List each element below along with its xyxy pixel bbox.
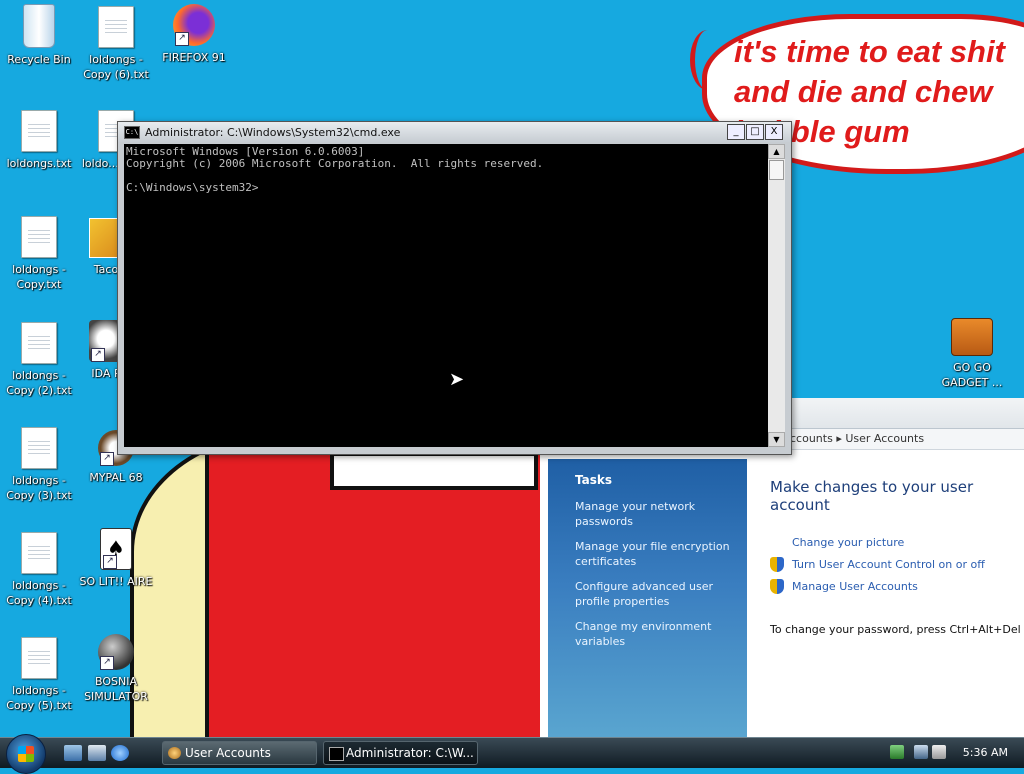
firefox-icon: ↗	[173, 4, 215, 46]
cmd-icon: C:\	[124, 125, 140, 139]
users-icon	[168, 747, 181, 759]
taskbar-button-user-accounts[interactable]: User Accounts	[162, 741, 317, 765]
maximize-button[interactable]: □	[746, 124, 764, 140]
window-controls: _ □ X	[727, 124, 783, 140]
text-file-icon	[21, 532, 57, 574]
scroll-down-button[interactable]: ▼	[768, 432, 785, 447]
password-note: To change your password, press Ctrl+Alt+…	[770, 623, 1024, 636]
breadcrumb-item[interactable]: ccounts	[790, 432, 833, 445]
desktop-icon-label: loldongs - Copy (2).txt	[6, 369, 72, 397]
taskbar-button-cmd[interactable]: Administrator: C:\W...	[323, 741, 478, 765]
playing-card-icon: ♠ ↗	[100, 528, 132, 570]
change-picture-link[interactable]: Change your picture	[792, 536, 1024, 549]
shortcut-arrow-icon: ↗	[103, 555, 117, 569]
desktop-icon-doc[interactable]: loldongs - Copy.txt	[1, 216, 77, 292]
task-link-network-passwords[interactable]: Manage your network passwords	[575, 499, 731, 529]
shortcut-arrow-icon: ↗	[100, 656, 114, 670]
desktop-icon-bosnia[interactable]: ↗ BOSNIA SIMULATOR	[78, 634, 154, 704]
cmd-icon	[329, 747, 344, 761]
breadcrumb-item[interactable]: User Accounts	[845, 432, 924, 445]
desktop-icon-firefox[interactable]: ↗ FIREFOX 91	[156, 4, 232, 65]
cmd-titlebar[interactable]: C:\ Administrator: C:\Windows\System32\c…	[118, 122, 791, 142]
desktop-icon-doc[interactable]: loldongs.txt	[1, 110, 77, 171]
text-file-icon	[21, 427, 57, 469]
mine-icon: ↗	[98, 634, 134, 670]
desktop-icon-label: loldongs - Copy (3).txt	[6, 474, 72, 502]
taskbar-button-label: User Accounts	[185, 746, 271, 760]
link-label: Change your picture	[792, 536, 905, 549]
show-desktop-icon[interactable]	[64, 745, 82, 761]
chevron-right-icon: ▸	[836, 432, 846, 445]
volume-muted-icon[interactable]	[932, 745, 946, 759]
manage-user-accounts-link[interactable]: Manage User Accounts	[770, 579, 1024, 594]
scroll-thumb[interactable]	[769, 160, 784, 180]
shortcut-arrow-icon: ↗	[91, 348, 105, 362]
desktop-icon-recycle-bin[interactable]: Recycle Bin	[1, 4, 77, 67]
link-label: Turn User Account Control on or off	[792, 558, 985, 571]
desktop-icon-label: FIREFOX 91	[162, 51, 226, 64]
text-file-icon	[21, 216, 57, 258]
cmd-window[interactable]: C:\ Administrator: C:\Windows\System32\c…	[117, 121, 792, 455]
text-file-icon	[98, 6, 134, 48]
switch-windows-icon[interactable]	[88, 745, 106, 761]
scroll-up-button[interactable]: ▲	[768, 144, 785, 159]
window-title: Administrator: C:\Windows\System32\cmd.e…	[145, 125, 401, 139]
desktop-icon-gadget[interactable]: GO GO GADGET ...	[934, 318, 1010, 390]
desktop-icon-solitaire[interactable]: ♠ ↗ SO LIT!! AIRE	[78, 528, 154, 589]
user-accounts-content: Make changes to your user account Change…	[770, 478, 1024, 636]
uac-toggle-link[interactable]: Turn User Account Control on or off	[770, 557, 1024, 572]
desktop-icon-label: loldongs - Copy (4).txt	[6, 579, 72, 607]
console-output[interactable]: Microsoft Windows [Version 6.0.6003] Cop…	[124, 144, 769, 447]
vertical-scrollbar[interactable]: ▲ ▼	[768, 144, 785, 447]
system-tray: 5:36 AM	[884, 738, 1024, 768]
start-button[interactable]	[6, 734, 46, 774]
desktop-icon-label: loldongs - Copy (6).txt	[83, 53, 149, 81]
desktop-icon-label: loldongs - Copy.txt	[12, 263, 66, 291]
desktop-icon-doc[interactable]: loldongs - Copy (6).txt	[78, 6, 154, 82]
text-file-icon	[21, 110, 57, 152]
internet-explorer-icon[interactable]	[111, 745, 129, 761]
mouse-pointer-icon: ➤	[449, 369, 465, 390]
recycle-bin-icon	[23, 4, 55, 48]
briefcase-icon	[951, 318, 993, 356]
task-link-profile-properties[interactable]: Configure advanced user profile properti…	[575, 579, 731, 609]
shortcut-arrow-icon: ↗	[100, 452, 114, 466]
desktop-icon-label: loldongs - Copy (5).txt	[6, 684, 72, 712]
desktop-icon-label: BOSNIA SIMULATOR	[84, 675, 148, 703]
windows-defender-icon[interactable]	[890, 745, 904, 759]
desktop-icon-label: MYPAL 68	[89, 471, 143, 484]
task-link-environment-variables[interactable]: Change my environment variables	[575, 619, 731, 649]
desktop-icon-label: GO GO GADGET ...	[941, 361, 1003, 389]
close-button[interactable]: X	[765, 124, 783, 140]
minimize-button[interactable]: _	[727, 124, 745, 140]
page-title: Make changes to your user account	[770, 478, 974, 514]
shortcut-arrow-icon: ↗	[175, 32, 189, 46]
network-icon[interactable]	[914, 745, 928, 759]
desktop-icon-doc[interactable]: loldongs - Copy (3).txt	[1, 427, 77, 503]
text-file-icon	[21, 637, 57, 679]
desktop-icon-label: Recycle Bin	[7, 53, 71, 66]
wallpaper-mouth	[330, 452, 538, 490]
taskbar: User Accounts Administrator: C:\W... 5:3…	[0, 734, 1024, 774]
taskbar-button-label: Administrator: C:\W...	[346, 746, 474, 760]
desktop-icon-doc[interactable]: loldongs - Copy (5).txt	[1, 637, 77, 713]
task-link-encryption-certificates[interactable]: Manage your file encryption certificates	[575, 539, 731, 569]
tasks-pane: Tasks Manage your network passwords Mana…	[548, 459, 747, 740]
desktop-icon-label: loldongs.txt	[6, 157, 72, 170]
desktop-icon-label: SO LIT!! AIRE	[79, 575, 153, 588]
desktop-icon-doc[interactable]: loldongs - Copy (4).txt	[1, 532, 77, 608]
desktop-icon-doc[interactable]: loldongs - Copy (2).txt	[1, 322, 77, 398]
tasks-title: Tasks	[575, 473, 613, 487]
clock[interactable]: 5:36 AM	[963, 746, 1008, 759]
shield-icon	[770, 579, 784, 594]
shield-icon	[770, 557, 784, 572]
text-file-icon	[21, 322, 57, 364]
link-label: Manage User Accounts	[792, 580, 918, 593]
